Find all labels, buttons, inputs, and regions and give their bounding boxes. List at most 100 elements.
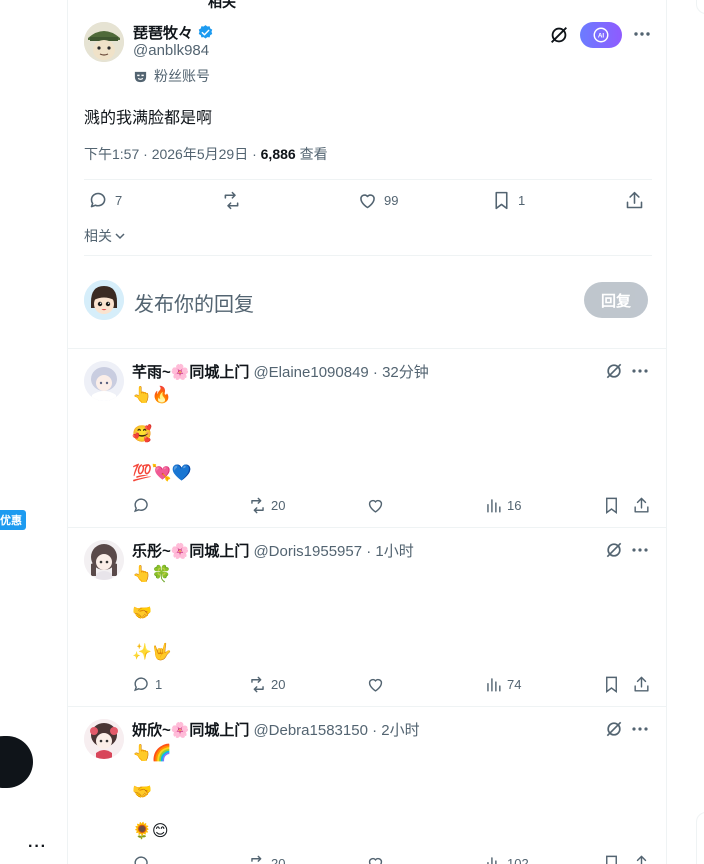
reply-icon [133, 677, 148, 692]
retweet-icon [251, 497, 264, 514]
fan-mask-icon [134, 71, 147, 82]
tweet-time[interactable]: 下午1:57 · 2026年5月29日 · [84, 146, 261, 162]
share-icon [634, 497, 649, 513]
reply-text-line: 💯💘💙 [132, 465, 192, 482]
sidebar-card-edge [696, 812, 704, 864]
reply-button[interactable] [132, 496, 155, 515]
reply-icon [134, 856, 148, 864]
reply-button[interactable]: 1 [132, 675, 162, 694]
grok-icon[interactable] [548, 24, 570, 46]
promo-badge[interactable]: 优惠 [0, 510, 26, 530]
retweet-button[interactable]: 20 [248, 675, 285, 694]
bookmark-button[interactable] [602, 675, 621, 694]
more-icon[interactable] [630, 361, 650, 381]
author-name-text[interactable]: 琵琶牧々 [133, 22, 193, 43]
main-column: 相关 琵琶牧々 @anblk984 粉丝账号 AI 溅的我满脸都是啊 下午1:5… [67, 0, 667, 864]
search-box-edge[interactable] [696, 0, 704, 14]
like-button[interactable]: 99 [357, 190, 398, 211]
reply-item[interactable]: 乐彤~🌸同城上门 @Doris1955957 · 1小时 👆🍀 🤝 ✨🤟 1 2… [68, 527, 666, 707]
reply-text-line: 🌻😊 [132, 823, 169, 840]
reply-actions: 20 102 [132, 854, 652, 864]
fan-label-text: 粉丝账号 [154, 68, 210, 84]
reply-header: 芊雨~🌸同城上门 @Elaine1090849 · 32分钟 [132, 361, 429, 382]
like-icon [368, 678, 383, 692]
my-avatar[interactable] [84, 280, 124, 320]
reply-handle[interactable]: @Debra1583150 · 2小时 [253, 719, 419, 740]
verified-icon [198, 25, 213, 39]
reply-submit-button[interactable]: 回复 [584, 282, 648, 318]
reply-author-name[interactable]: 妍欣~🌸同城上门 [132, 719, 249, 740]
reply-avatar[interactable] [84, 361, 124, 401]
author-avatar[interactable] [84, 22, 124, 62]
reply-text-line: 👆🌈 [132, 745, 172, 762]
reply-input[interactable]: 发布你的回复 [134, 288, 254, 317]
reply-text-line: 👆🍀 [132, 566, 172, 583]
reply-header: 妍欣~🌸同城上门 @Debra1583150 · 2小时 [132, 719, 420, 740]
reply-handle[interactable]: @Doris1955957 · 1小时 [253, 540, 413, 561]
ai-button[interactable]: AI [580, 22, 622, 48]
reply-text-line: ✨🤟 [132, 644, 172, 661]
more-icon[interactable] [630, 540, 650, 560]
reply-avatar[interactable] [84, 540, 124, 580]
like-button[interactable] [366, 496, 389, 515]
share-button[interactable] [624, 190, 645, 211]
views-icon [487, 857, 497, 864]
tweet-text: 溅的我满脸都是啊 [84, 110, 213, 127]
retweet-button[interactable] [221, 190, 248, 211]
more-icon[interactable] [632, 24, 652, 44]
reply-icon [133, 498, 148, 513]
reply-item[interactable]: 芊雨~🌸同城上门 @Elaine1090849 · 32分钟 👆🔥 🥰 💯💘💙 … [68, 348, 666, 528]
views-icon [487, 499, 501, 513]
reply-author-name[interactable]: 芊雨~🌸同城上门 [132, 361, 249, 382]
fan-account-label[interactable]: 粉丝账号 [133, 66, 210, 86]
share-button[interactable] [632, 675, 651, 694]
like-icon [368, 857, 383, 864]
share-button[interactable] [632, 496, 651, 515]
reply-button[interactable] [132, 854, 155, 864]
bookmark-button[interactable]: 1 [491, 190, 525, 211]
like-icon [368, 499, 383, 513]
retweet-count: 20 [271, 498, 286, 513]
grok-icon[interactable] [604, 540, 624, 560]
more-icon[interactable] [630, 719, 650, 739]
bookmark-button[interactable] [602, 854, 621, 864]
reply-composer: 发布你的回复 回复 [84, 280, 652, 324]
reply-handle[interactable]: @Elaine1090849 · 32分钟 [253, 361, 428, 382]
author-handle[interactable]: @anblk984 [133, 42, 209, 59]
share-icon [636, 855, 647, 864]
views-button[interactable]: 102 [484, 854, 529, 864]
views-count: 16 [507, 498, 522, 513]
bookmark-button[interactable] [602, 496, 621, 515]
grok-icon[interactable] [604, 361, 624, 381]
post-button[interactable] [0, 736, 33, 788]
ai-icon: AI [593, 27, 609, 43]
author-name[interactable]: 琵琶牧々 [133, 22, 214, 43]
views-button[interactable]: 16 [484, 496, 521, 515]
retweet-button[interactable]: 20 [248, 496, 285, 515]
divider [84, 255, 652, 256]
chevron-down-icon [115, 233, 125, 240]
related-toggle[interactable]: 相关 [84, 226, 126, 246]
tweet-meta: 下午1:57 · 2026年5月29日 · 6,886 查看 [84, 144, 328, 164]
bookmark-icon [606, 676, 617, 694]
reply-icon [90, 192, 106, 208]
like-button[interactable] [366, 675, 389, 694]
tweet-actions: 7 99 1 [84, 190, 652, 218]
more-menu-button[interactable]: ··· [28, 838, 47, 856]
reply-button[interactable]: 7 [88, 190, 122, 211]
reply-author-name[interactable]: 乐彤~🌸同城上门 [132, 540, 249, 561]
reply-text-line: 🤝 [132, 784, 152, 801]
retweet-button[interactable]: 20 [248, 854, 285, 864]
retweet-icon [224, 191, 239, 210]
reply-actions: 1 20 74 [132, 675, 652, 697]
like-button[interactable] [366, 854, 389, 864]
grok-icon[interactable] [604, 719, 624, 739]
bookmark-count: 1 [518, 193, 526, 208]
share-button[interactable] [632, 854, 651, 864]
reply-avatar[interactable] [84, 719, 124, 759]
like-count: 99 [384, 193, 399, 208]
ai-label: AI [598, 33, 605, 40]
reply-item[interactable]: 妍欣~🌸同城上门 @Debra1583150 · 2小时 👆🌈 🤝 🌻😊 20 … [68, 706, 666, 864]
views-button[interactable]: 74 [484, 675, 521, 694]
views-label: 查看 [295, 146, 328, 162]
